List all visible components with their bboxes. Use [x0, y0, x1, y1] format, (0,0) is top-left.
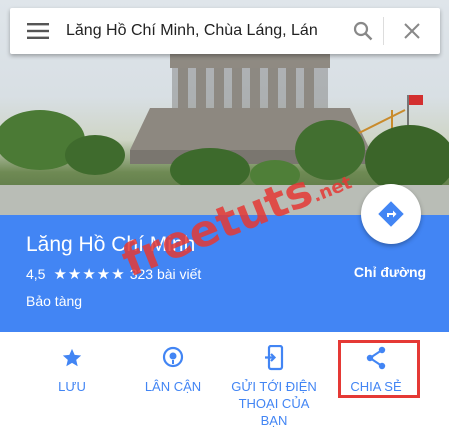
search-input[interactable]: Lăng Hồ Chí Minh, Chùa Láng, Lán	[66, 22, 343, 40]
send-to-phone-icon	[229, 344, 319, 372]
directions-label[interactable]: Chỉ đường	[340, 264, 440, 280]
place-category: Bảo tàng	[26, 293, 83, 309]
search-icon[interactable]	[343, 8, 383, 54]
send-to-phone-label: GỬI TỚI ĐIỆN THOẠI CỦA BẠN	[231, 379, 317, 428]
search-bar[interactable]: Lăng Hồ Chí Minh, Chùa Láng, Lán	[10, 8, 440, 54]
rating-value: 4,5	[26, 266, 46, 282]
directions-icon	[378, 201, 404, 227]
close-icon[interactable]	[384, 8, 440, 54]
stars-icon: ★★★★★	[53, 266, 126, 283]
save-action[interactable]: LƯU	[27, 344, 117, 395]
save-label: LƯU	[58, 379, 86, 394]
star-icon	[27, 344, 117, 372]
location-pin-icon	[128, 344, 218, 372]
nearby-action[interactable]: LÂN CẬN	[128, 344, 218, 395]
nearby-label: LÂN CẬN	[144, 379, 202, 394]
share-highlight-box	[338, 340, 420, 398]
directions-button[interactable]	[361, 184, 421, 244]
hamburger-menu-icon[interactable]	[10, 8, 66, 54]
send-to-phone-action[interactable]: GỬI TỚI ĐIỆN THOẠI CỦA BẠN	[229, 344, 319, 429]
